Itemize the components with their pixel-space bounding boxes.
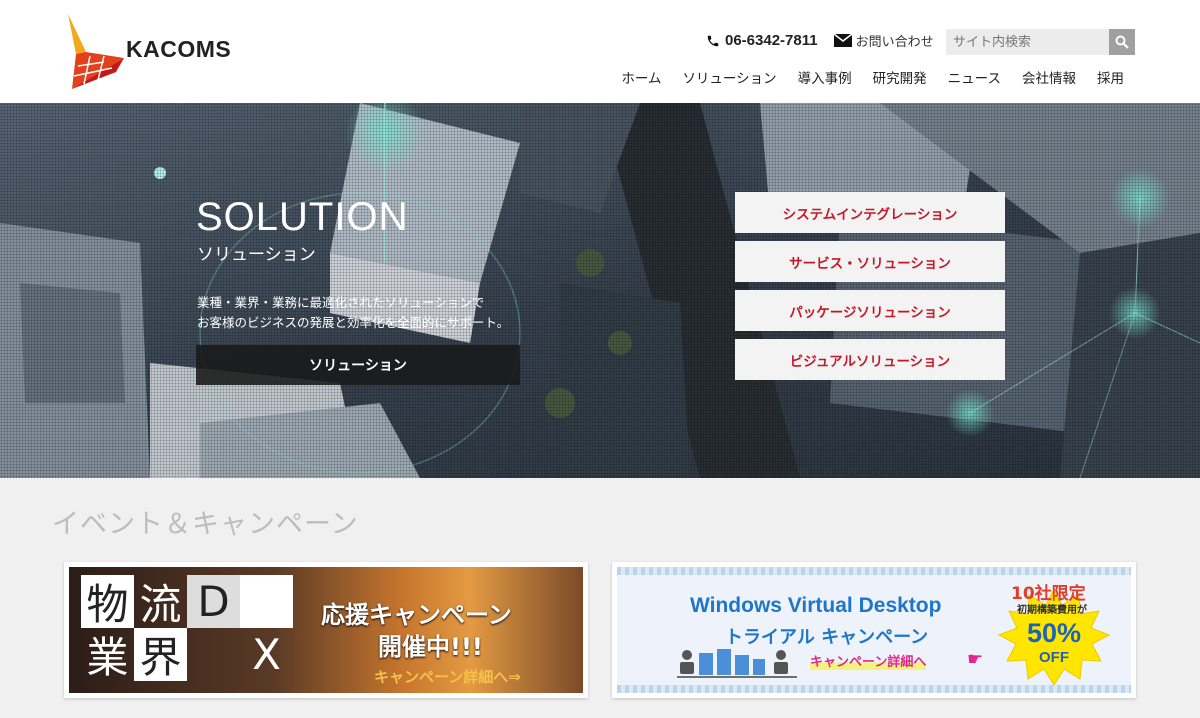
nav-home[interactable]: ホーム — [621, 67, 661, 87]
grid-cell: 流 — [139, 580, 182, 629]
solution-list: システムインテグレーション サービス・ソリューション パッケージソリューション … — [735, 192, 1005, 388]
main-nav: ホーム ソリューション 導入事例 研究開発 ニュース 会社情報 採用 — [600, 67, 1124, 87]
nav-recruit[interactable]: 採用 — [1097, 67, 1124, 87]
site-search — [946, 29, 1135, 55]
banner2-percent: 50% — [1026, 618, 1082, 648]
grid-cell: X — [252, 630, 281, 679]
hero-subtitle: ソリューション — [197, 245, 316, 265]
nav-research[interactable]: 研究開発 — [873, 67, 927, 87]
banner1-subheadline: 開催中!!! — [378, 633, 483, 661]
hero-description: 業種・業界・業務に最適化されたソリューションで お客様のビジネスの発展と効率化を… — [197, 293, 509, 333]
phone-icon — [707, 35, 719, 46]
nav-cases[interactable]: 導入事例 — [798, 67, 852, 87]
kacoms-logo[interactable]: KACOMS — [64, 14, 234, 89]
logo-text: KACOMS — [126, 36, 232, 62]
banner1-headline: 応援キャンペーン — [321, 601, 512, 629]
pointing-hand-icon: ☛ — [967, 649, 984, 670]
hero-title: SOLUTION — [196, 195, 409, 239]
nav-news[interactable]: ニュース — [948, 67, 1001, 87]
logistics-dx-campaign-banner[interactable]: 物 流 D 業 界 X 応援キャンペーン 開催中!!! キャンペーン詳細へ⇒ — [64, 562, 588, 698]
mail-icon — [833, 34, 852, 47]
nav-solution[interactable]: ソリューション — [682, 67, 776, 87]
grid-cell — [187, 628, 240, 681]
banner2-off: OFF — [1039, 649, 1069, 666]
grid-cell: 業 — [86, 633, 129, 682]
wvd-banner-image: Windows Virtual Desktop トライアル キャンペーン キャン… — [617, 567, 1131, 693]
hero-section: SOLUTION ソリューション 業種・業界・業務に最適化されたソリューションで… — [0, 103, 1200, 478]
solution-button[interactable]: ソリューション — [196, 345, 520, 385]
site-header: KACOMS 06-6342-7811 お問い合わせ ホーム ソリューショ — [0, 0, 1200, 103]
search-icon — [1115, 35, 1129, 49]
contact-link[interactable]: お問い合わせ — [833, 31, 934, 50]
grid-cell — [240, 575, 293, 628]
banner2-link-text: キャンペーン詳細へ — [810, 651, 927, 670]
solution-package[interactable]: パッケージソリューション — [735, 290, 1005, 331]
banner2-title: Windows Virtual Desktop — [690, 594, 942, 617]
phone-link[interactable]: 06-6342-7811 — [706, 32, 818, 49]
banner1-link-text: キャンペーン詳細へ⇒ — [374, 668, 521, 686]
solution-system-integration[interactable]: システムインテグレーション — [735, 192, 1005, 233]
hero-desc-line2: お客様のビジネスの発展と効率化を全面的にサポート。 — [197, 315, 510, 330]
logo-mark-icon — [68, 14, 124, 89]
search-button[interactable] — [1109, 29, 1135, 55]
phone-number: 06-6342-7811 — [725, 32, 818, 49]
hero-dot-overlay — [0, 103, 1200, 478]
logistics-dx-grid: 物 流 D 業 界 X — [81, 575, 293, 682]
grid-cell: D — [187, 575, 240, 628]
banner-stripe-top — [617, 567, 1131, 575]
hero-desc-line1: 業種・業界・業務に最適化されたソリューションで — [197, 295, 485, 310]
search-input[interactable] — [946, 29, 1109, 55]
grid-cell: 界 — [134, 628, 187, 682]
events-section-title: イベント＆キャンペーン — [52, 509, 359, 540]
solution-service[interactable]: サービス・ソリューション — [735, 241, 1005, 282]
grid-cell: 物 — [81, 575, 134, 629]
solution-visual[interactable]: ビジュアルソリューション — [735, 339, 1005, 380]
logistics-banner-image: 物 流 D 業 界 X 応援キャンペーン 開催中!!! キャンペーン詳細へ⇒ — [69, 567, 583, 693]
banner2-cost-text: 初期構築費用が — [1017, 605, 1087, 616]
nav-company[interactable]: 会社情報 — [1022, 67, 1076, 87]
contact-bar: 06-6342-7811 お問い合わせ — [706, 31, 934, 50]
people-computer-icon — [677, 649, 797, 678]
contact-label: お問い合わせ — [855, 35, 934, 50]
windows-virtual-desktop-banner[interactable]: Windows Virtual Desktop トライアル キャンペーン キャン… — [612, 562, 1136, 698]
